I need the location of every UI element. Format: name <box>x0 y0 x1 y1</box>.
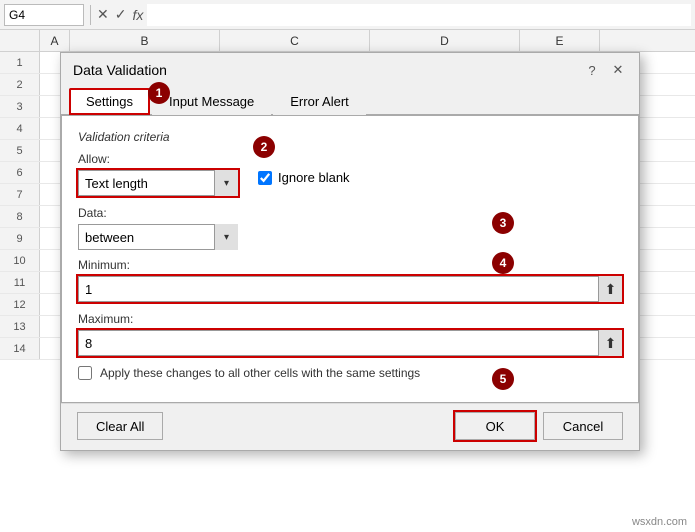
dialog-title-bar: Data Validation ? ✕ <box>61 53 639 83</box>
apply-checkbox[interactable] <box>78 366 92 380</box>
formula-icons: ✕ ✓ fx <box>97 6 143 23</box>
cancel-formula-icon[interactable]: ✕ <box>97 6 109 23</box>
formula-input[interactable] <box>147 4 691 26</box>
data-row: Data: between ▾ <box>78 206 622 250</box>
tab-error-alert[interactable]: Error Alert <box>273 88 366 115</box>
maximum-spin-icon[interactable]: ⬆ <box>598 330 622 356</box>
row-num-3: 3 <box>0 96 40 117</box>
row-num-4: 4 <box>0 118 40 139</box>
dialog-title: Data Validation <box>73 62 167 78</box>
footer-right: OK Cancel <box>455 412 623 440</box>
maximum-input[interactable] <box>78 330 622 356</box>
allow-label: Allow: <box>78 152 238 166</box>
dialog-footer: Clear All OK Cancel <box>61 403 639 450</box>
allow-col: Allow: Text length ▾ <box>78 152 238 196</box>
data-validation-dialog: Data Validation ? ✕ Settings Input Messa… <box>60 52 640 451</box>
apply-label: Apply these changes to all other cells w… <box>100 366 420 380</box>
formula-bar: G4 ✕ ✓ fx <box>0 0 695 30</box>
col-header-e: E <box>520 30 600 51</box>
row-num-14: 14 <box>0 338 40 359</box>
row-num-6: 6 <box>0 162 40 183</box>
ignore-blank-row: Ignore blank <box>258 152 350 185</box>
row-num-13: 13 <box>0 316 40 337</box>
allow-select[interactable]: Text length <box>78 170 238 196</box>
row-num-10: 10 <box>0 250 40 271</box>
close-button[interactable]: ✕ <box>609 61 627 79</box>
column-headers: A B C D E <box>0 30 695 52</box>
data-select[interactable]: between <box>78 224 238 250</box>
maximum-row: Maximum: ⬆ <box>78 312 622 356</box>
badge-2: 2 <box>253 136 275 158</box>
footer-left: Clear All <box>77 412 163 440</box>
col-header-d: D <box>370 30 520 51</box>
col-header-c: C <box>220 30 370 51</box>
ignore-blank-label: Ignore blank <box>278 170 350 185</box>
tab-settings[interactable]: Settings <box>69 88 150 115</box>
minimum-label: Minimum: <box>78 258 622 272</box>
cell-ref-box[interactable]: G4 <box>4 4 84 26</box>
badge-4: 4 <box>492 252 514 274</box>
minimum-input-wrapper: ⬆ <box>78 276 622 302</box>
cancel-button[interactable]: Cancel <box>543 412 623 440</box>
watermark: wsxdn.com <box>632 516 687 528</box>
data-col: Data: between ▾ <box>78 206 238 250</box>
help-button[interactable]: ? <box>583 61 601 79</box>
row-num-header <box>0 30 40 51</box>
minimum-row: Minimum: ⬆ <box>78 258 622 302</box>
ignore-blank-checkbox[interactable] <box>258 171 272 185</box>
row-num-2: 2 <box>0 74 40 95</box>
allow-select-wrapper: Text length ▾ <box>78 170 238 196</box>
dialog-title-controls: ? ✕ <box>583 61 627 79</box>
dialog-body: Validation criteria Allow: Text length ▾ <box>61 115 639 403</box>
badge-5: 5 <box>492 368 514 390</box>
data-label: Data: <box>78 206 238 220</box>
spreadsheet: G4 ✕ ✓ fx A B C D E 1 2 <box>0 0 695 532</box>
formula-divider <box>90 5 91 25</box>
ok-button[interactable]: OK <box>455 412 535 440</box>
row-num-12: 12 <box>0 294 40 315</box>
badge-1: 1 <box>148 82 170 104</box>
section-label: Validation criteria <box>78 130 622 144</box>
minimum-input[interactable] <box>78 276 622 302</box>
badge-3: 3 <box>492 212 514 234</box>
fx-icon: fx <box>132 7 143 23</box>
row-num-1: 1 <box>0 52 40 73</box>
confirm-formula-icon[interactable]: ✓ <box>115 6 127 23</box>
minimum-spin-icon[interactable]: ⬆ <box>598 276 622 302</box>
maximum-input-wrapper: ⬆ <box>78 330 622 356</box>
col-header-b: B <box>70 30 220 51</box>
cell-ref-value: G4 <box>9 8 25 22</box>
row-num-5: 5 <box>0 140 40 161</box>
data-select-wrapper: between ▾ <box>78 224 238 250</box>
clear-all-button[interactable]: Clear All <box>77 412 163 440</box>
row-num-11: 11 <box>0 272 40 293</box>
row-num-7: 7 <box>0 184 40 205</box>
row-num-8: 8 <box>0 206 40 227</box>
row-num-9: 9 <box>0 228 40 249</box>
allow-label-text: Allow: <box>78 152 110 166</box>
maximum-label: Maximum: <box>78 312 622 326</box>
col-header-a: A <box>40 30 70 51</box>
apply-row: Apply these changes to all other cells w… <box>78 366 622 380</box>
allow-row: Allow: Text length ▾ Ignore blank <box>78 152 622 196</box>
